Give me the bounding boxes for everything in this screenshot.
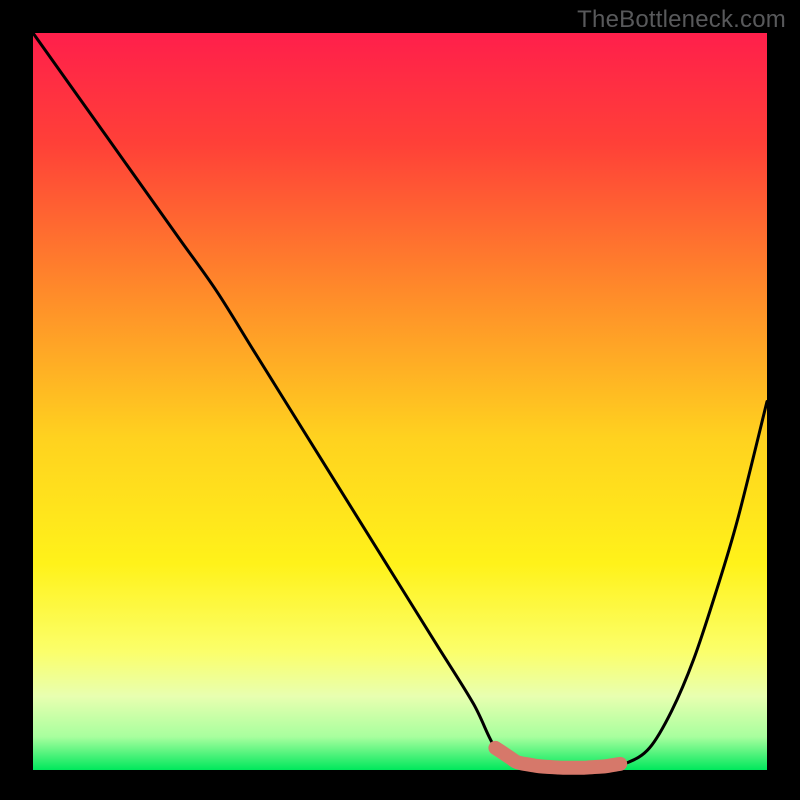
- bottleneck-chart: [0, 0, 800, 800]
- watermark-text: TheBottleneck.com: [577, 6, 786, 34]
- gradient-background: [33, 33, 767, 770]
- chart-frame: TheBottleneck.com: [0, 0, 800, 800]
